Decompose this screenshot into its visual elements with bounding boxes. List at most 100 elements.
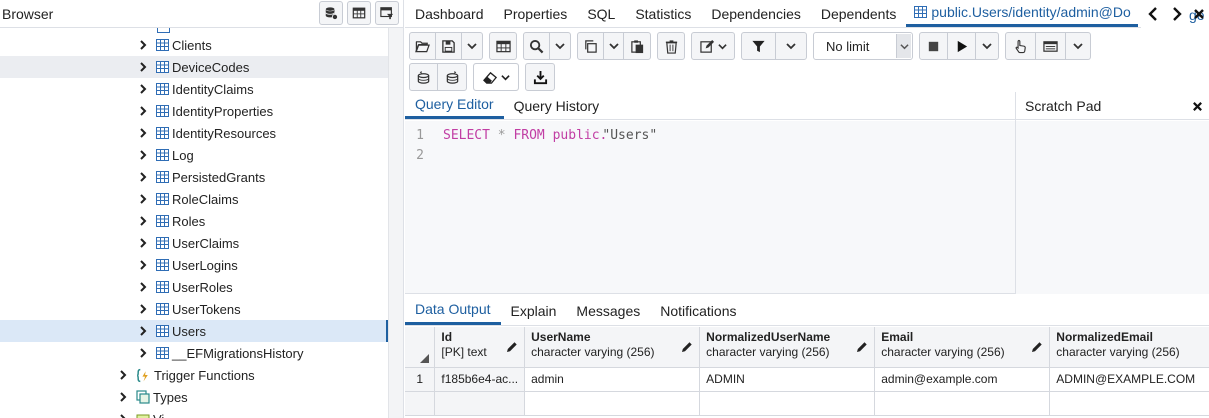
tab-messages[interactable]: Messages <box>566 296 650 325</box>
chevron-right-icon[interactable] <box>138 150 148 160</box>
tab-query-history[interactable]: Query History <box>504 92 610 119</box>
scratch-pad-textarea[interactable] <box>1016 121 1209 294</box>
browser-tree-item[interactable]: __EFMigrationsHistory <box>0 342 389 364</box>
copy-options-dropdown[interactable] <box>604 33 624 59</box>
save-options-dropdown[interactable] <box>462 33 482 59</box>
table-cell[interactable] <box>874 391 1051 416</box>
chevron-right-icon[interactable] <box>118 414 128 418</box>
explain-button[interactable] <box>1006 33 1036 59</box>
column-header[interactable]: Id [PK] text <box>434 327 526 368</box>
chevron-right-icon[interactable] <box>138 282 148 292</box>
browser-scrollbar[interactable] <box>388 28 403 418</box>
paste-button[interactable] <box>624 33 650 59</box>
rollback-button[interactable] <box>438 64 466 90</box>
browser-tree-item[interactable]: DeviceCodes <box>0 56 389 78</box>
scratch-pad-close-button[interactable] <box>1189 98 1205 114</box>
table-row[interactable] <box>405 391 1209 416</box>
commit-button[interactable] <box>410 64 438 90</box>
tab-data-output[interactable]: Data Output <box>405 296 501 325</box>
tab-scroll-right-button[interactable] <box>1165 2 1189 26</box>
tab-scroll-left-button[interactable] <box>1141 2 1165 26</box>
query-tool-button[interactable] <box>319 1 343 25</box>
table-row[interactable]: 1 f185b6e4-ac... admin ADMIN admin@examp… <box>405 367 1209 392</box>
browser-tree-item[interactable]: Users <box>0 320 389 342</box>
tab-query-users[interactable]: public.Users/identity/admin@Do <box>906 0 1139 27</box>
chevron-right-icon[interactable] <box>138 216 148 226</box>
chevron-right-icon[interactable] <box>138 238 148 248</box>
browser-tree-item[interactable]: UserClaims <box>0 232 389 254</box>
copy-button[interactable] <box>578 33 604 59</box>
edit-data-grid-button[interactable] <box>490 33 516 59</box>
find-options-dropdown[interactable] <box>550 33 570 59</box>
chevron-right-icon[interactable] <box>138 40 148 50</box>
table-cell[interactable] <box>1049 391 1209 416</box>
tab-properties[interactable]: Properties <box>494 0 578 27</box>
browser-tree-item[interactable]: UserLogins <box>0 254 389 276</box>
table-cell[interactable]: ADMIN <box>699 367 876 392</box>
filter-options-dropdown[interactable] <box>776 33 806 59</box>
filtered-rows-button[interactable] <box>375 1 399 25</box>
filter-button[interactable] <box>742 33 776 59</box>
execute-button[interactable] <box>948 33 976 59</box>
delete-button[interactable] <box>658 33 684 59</box>
table-cell[interactable]: f185b6e4-ac... <box>434 367 526 392</box>
chevron-right-icon[interactable] <box>138 260 148 270</box>
tab-query-editor[interactable]: Query Editor <box>405 92 504 119</box>
browser-tree-item[interactable]: UserTokens <box>0 298 389 320</box>
macros-button[interactable] <box>1036 33 1066 59</box>
macros-options-dropdown[interactable] <box>1066 33 1090 59</box>
browser-tree-item[interactable]: UserRoles <box>0 276 389 298</box>
table-cell[interactable]: admin@example.com <box>874 367 1051 392</box>
find-button[interactable] <box>524 33 550 59</box>
select-all-corner[interactable] <box>405 327 436 368</box>
browser-tree-item[interactable]: Vi <box>0 408 389 418</box>
table-cell[interactable] <box>434 391 526 416</box>
column-header[interactable]: Email character varying (256) <box>874 327 1051 368</box>
browser-tree-item[interactable]: RoleClaims <box>0 188 389 210</box>
chevron-right-icon[interactable] <box>138 84 148 94</box>
chevron-right-icon[interactable] <box>118 392 128 402</box>
chevron-right-icon[interactable] <box>138 304 148 314</box>
browser-tree-item[interactable]: IdentityProperties <box>0 100 389 122</box>
chevron-right-icon[interactable] <box>138 128 148 138</box>
tab-statistics[interactable]: Statistics <box>625 0 701 27</box>
chevron-right-icon[interactable] <box>138 62 148 72</box>
browser-tree-item[interactable]: Clients <box>0 34 389 56</box>
edit-options-button[interactable] <box>692 33 734 59</box>
tab-notifications[interactable]: Notifications <box>650 296 746 325</box>
browser-tree-item[interactable]: Log <box>0 144 389 166</box>
tab-sql[interactable]: SQL <box>577 0 625 27</box>
tab-dependencies[interactable]: Dependencies <box>701 0 811 27</box>
open-file-button[interactable] <box>410 33 436 59</box>
save-file-button[interactable] <box>436 33 462 59</box>
tab-close-button[interactable]: ge <box>1189 2 1209 26</box>
chevron-right-icon[interactable] <box>138 106 148 116</box>
tab-dashboard[interactable]: Dashboard <box>405 0 494 27</box>
chevron-right-icon[interactable] <box>138 326 148 336</box>
column-header[interactable]: UserName character varying (256) <box>524 327 701 368</box>
execute-options-dropdown[interactable] <box>976 33 998 59</box>
table-cell[interactable] <box>699 391 876 416</box>
view-data-button[interactable] <box>347 1 371 25</box>
tab-explain[interactable]: Explain <box>501 296 567 325</box>
table-cell[interactable]: ADMIN@EXAMPLE.COM <box>1049 367 1209 392</box>
table-cell[interactable]: admin <box>524 367 701 392</box>
browser-tree-item[interactable]: Roles <box>0 210 389 232</box>
chevron-right-icon[interactable] <box>138 348 148 358</box>
chevron-right-icon[interactable] <box>138 172 148 182</box>
chevron-right-icon[interactable] <box>118 370 128 380</box>
row-number[interactable] <box>405 391 436 416</box>
browser-tree-item[interactable]: Trigger Functions <box>0 364 389 386</box>
clear-options-button[interactable] <box>474 64 518 90</box>
row-number[interactable]: 1 <box>405 367 436 392</box>
column-header[interactable]: NormalizedUserName character varying (25… <box>699 327 876 368</box>
sql-editor[interactable]: 1 SELECT * FROM public."Users" 2 <box>405 121 1015 294</box>
browser-tree-item[interactable]: IdentityClaims <box>0 78 389 100</box>
column-header[interactable]: NormalizedEmail character varying (256) <box>1049 327 1209 368</box>
stop-button[interactable] <box>920 33 948 59</box>
browser-tree-item[interactable]: PersistedGrants <box>0 166 389 188</box>
browser-tree-item[interactable]: Types <box>0 386 389 408</box>
download-csv-button[interactable] <box>526 64 554 90</box>
browser-tree-item[interactable]: IdentityResources <box>0 122 389 144</box>
row-limit-select[interactable]: No limit <box>813 32 913 60</box>
